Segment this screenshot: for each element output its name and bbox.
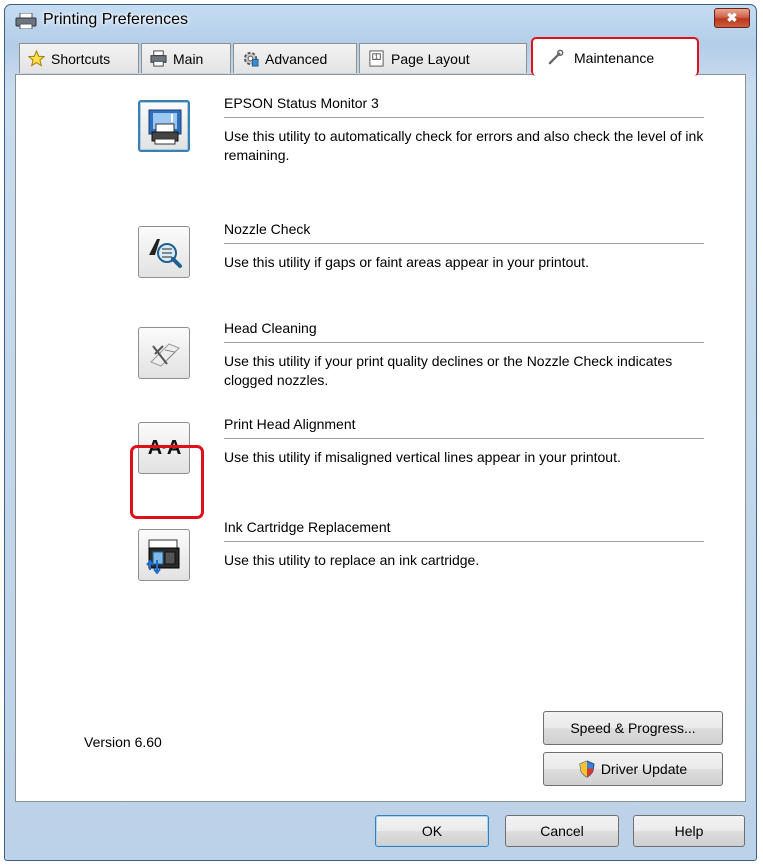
close-button[interactable]: ✖	[714, 8, 750, 28]
tab-label: Maintenance	[574, 49, 655, 66]
utility-description: Use this utility to automatically check …	[224, 128, 704, 163]
tab-maintenance[interactable]: Maintenance	[531, 37, 699, 76]
utility-nozzle-check: Nozzle Check Use this utility if gaps or…	[16, 221, 745, 291]
wrench-icon	[548, 49, 564, 65]
utility-title: Nozzle Check	[224, 221, 311, 237]
utility-description: Use this utility if misaligned vertical …	[224, 449, 621, 465]
divider	[224, 438, 704, 440]
status-monitor-button[interactable]	[138, 100, 190, 152]
divider	[224, 243, 704, 245]
version-label: Version 6.60	[84, 734, 162, 750]
tab-label: Page Layout	[391, 50, 470, 67]
utility-title: Print Head Alignment	[224, 416, 356, 432]
driver-update-button[interactable]: Driver Update	[543, 752, 723, 786]
ink-cartridge-replacement-button[interactable]	[138, 529, 190, 581]
page-layout-icon: 1	[369, 50, 384, 67]
tab-strip: Shortcuts Main Advanced 1 Page Layout Ma…	[15, 37, 746, 76]
utility-ink-cartridge-replacement: Ink Cartridge Replacement Use this utili…	[16, 519, 745, 589]
shield-icon	[579, 760, 595, 778]
utility-title: Head Cleaning	[224, 320, 317, 336]
tab-label: Advanced	[265, 50, 328, 67]
utility-status-monitor: EPSON Status Monitor 3 Use this utility …	[16, 95, 745, 165]
printer-icon	[15, 13, 37, 29]
head-cleaning-icon	[150, 343, 180, 367]
speed-progress-button[interactable]: Speed & Progress...	[543, 711, 723, 745]
tab-main[interactable]: Main	[141, 43, 231, 73]
highlight-box	[130, 445, 204, 519]
svg-text:1: 1	[375, 55, 378, 61]
divider	[224, 342, 704, 344]
tab-shortcuts[interactable]: Shortcuts	[19, 43, 139, 73]
utility-print-head-alignment: A·A Print Head Alignment Use this utilit…	[16, 416, 745, 486]
button-label: Speed & Progress...	[570, 720, 696, 736]
printing-preferences-dialog: Printing Preferences ✖ Shortcuts Main Ad…	[4, 4, 757, 861]
button-label: OK	[421, 823, 443, 839]
ink-cartridge-icon	[146, 539, 180, 574]
utility-title: EPSON Status Monitor 3	[224, 95, 379, 111]
button-label: Cancel	[540, 823, 584, 839]
status-monitor-icon	[148, 109, 182, 145]
nozzle-check-button[interactable]	[138, 226, 190, 278]
tab-advanced[interactable]: Advanced	[233, 43, 357, 73]
nozzle-check-icon	[149, 239, 182, 268]
window-title: Printing Preferences	[43, 11, 188, 28]
tab-label: Shortcuts	[51, 50, 111, 67]
button-label: Driver Update	[600, 761, 688, 777]
utility-title: Ink Cartridge Replacement	[224, 519, 391, 535]
cancel-button[interactable]: Cancel	[505, 815, 619, 847]
maintenance-panel: EPSON Status Monitor 3 Use this utility …	[15, 74, 746, 802]
tab-label: Main	[173, 50, 204, 67]
utility-description: Use this utility if your print quality d…	[224, 353, 673, 388]
tab-page-layout[interactable]: 1 Page Layout	[359, 43, 527, 73]
gear-icon	[243, 51, 259, 67]
help-button[interactable]: Help	[633, 815, 745, 847]
utility-head-cleaning: Head Cleaning Use this utility if your p…	[16, 320, 745, 390]
divider	[224, 541, 704, 543]
star-icon	[28, 50, 45, 67]
ok-button[interactable]: OK	[375, 815, 489, 847]
divider	[224, 117, 704, 119]
head-cleaning-button[interactable]	[138, 327, 190, 379]
utility-description: Use this utility if gaps or faint areas …	[224, 254, 589, 270]
title-bar[interactable]: Printing Preferences ✖	[5, 5, 756, 35]
button-label: Help	[674, 823, 704, 839]
printer-icon	[150, 50, 167, 67]
utility-description: Use this utility to replace an ink cartr…	[224, 552, 480, 568]
